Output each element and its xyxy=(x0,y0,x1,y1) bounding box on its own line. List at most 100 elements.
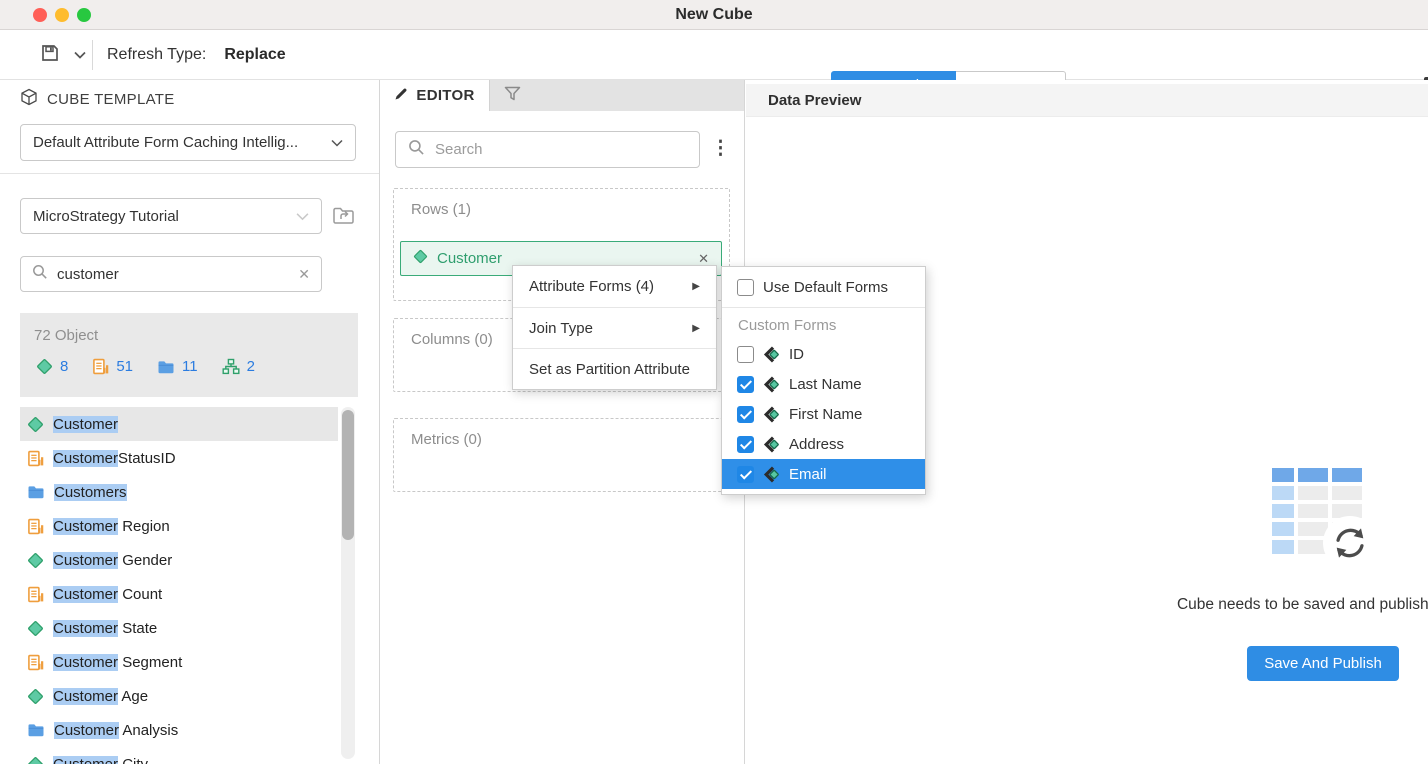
folder-up-button[interactable] xyxy=(328,201,360,231)
submenu-arrow-icon: ▶ xyxy=(692,308,700,349)
cube-template-dropdown[interactable]: Default Attribute Form Caching Intellig.… xyxy=(20,124,356,161)
object-label: Customer Analysis xyxy=(54,722,178,739)
save-icon[interactable] xyxy=(40,43,60,68)
folder-icon xyxy=(27,722,45,738)
form-item-email[interactable]: Email xyxy=(722,459,925,489)
data-preview-header: Data Preview xyxy=(746,84,1428,117)
attribute-context-menu: Attribute Forms (4) ▶Join Type▶Set as Par… xyxy=(512,265,717,390)
window-titlebar: New Cube xyxy=(0,0,1428,30)
save-and-publish-button[interactable]: Save And Publish xyxy=(1247,646,1399,681)
custom-forms-section-label: Custom Forms xyxy=(722,313,925,339)
editor-panel: EDITOR ⋮ Rows (1) Customer ✕ Columns (0)… xyxy=(380,80,745,764)
metric-icon xyxy=(92,358,109,375)
toolbar-divider xyxy=(92,40,93,70)
form-item-label: ID xyxy=(789,346,804,363)
chevron-down-icon xyxy=(296,208,309,225)
list-item-customer-analysis[interactable]: Customer Analysis xyxy=(20,713,338,747)
form-item-first-name[interactable]: First Name xyxy=(722,399,925,429)
count-attribute[interactable]: 8 xyxy=(36,358,68,375)
refresh-type-value[interactable]: Replace xyxy=(224,46,285,64)
editor-search-input[interactable] xyxy=(435,141,687,158)
list-item-customers[interactable]: Customers xyxy=(20,475,338,509)
menu-item-label: Attribute Forms (4) xyxy=(529,266,654,307)
checkbox[interactable] xyxy=(737,466,754,483)
list-item-customer-city[interactable]: Customer City xyxy=(20,747,338,764)
metric-icon xyxy=(27,450,44,467)
list-item-customer[interactable]: Customer xyxy=(20,407,338,441)
filter-funnel-icon xyxy=(504,86,521,106)
object-label: Customer Count xyxy=(53,586,162,603)
cube-template-header: CUBE TEMPLATE xyxy=(47,91,175,108)
tab-filter[interactable] xyxy=(490,80,534,111)
attribute-forms-submenu: Use Default Forms Custom Forms ID Last Na… xyxy=(721,266,926,495)
more-options-icon[interactable]: ⋮ xyxy=(711,135,729,163)
object-label: Customer Region xyxy=(53,518,170,535)
editor-tabbar: EDITOR xyxy=(380,80,744,111)
form-item-label: Address xyxy=(789,436,844,453)
object-label: Customer City xyxy=(53,756,148,764)
cube-template-dropdown-value: Default Attribute Form Caching Intellig.… xyxy=(33,134,298,151)
count-metric[interactable]: 51 xyxy=(92,358,133,375)
count-value: 2 xyxy=(247,358,255,375)
list-item-customer-age[interactable]: Customer Age xyxy=(20,679,338,713)
clear-search-icon[interactable]: ✕ xyxy=(298,266,310,283)
cube-template-section: CUBE TEMPLATE Default Attribute Form Cac… xyxy=(0,80,379,174)
count-value: 8 xyxy=(60,358,68,375)
object-label: Customers xyxy=(54,484,127,501)
object-label: CustomerStatusID xyxy=(53,450,176,467)
tab-editor-label: EDITOR xyxy=(416,87,474,104)
menu-item-join-type[interactable]: Join Type▶ xyxy=(513,307,716,348)
project-dropdown[interactable]: MicroStrategy Tutorial xyxy=(20,198,322,234)
metrics-drop-zone[interactable]: Metrics (0) xyxy=(393,418,730,492)
refresh-type-label: Refresh Type: xyxy=(107,46,206,64)
checkbox[interactable] xyxy=(737,346,754,363)
menu-separator xyxy=(722,307,925,308)
attribute-icon xyxy=(413,249,428,269)
metrics-zone-label: Metrics (0) xyxy=(411,431,482,448)
object-label: Customer Age xyxy=(53,688,148,705)
sidebar-search-input[interactable] xyxy=(57,266,289,283)
checkbox[interactable] xyxy=(737,436,754,453)
use-default-forms-label: Use Default Forms xyxy=(763,279,888,296)
attribute-form-icon xyxy=(763,406,780,423)
object-label: Customer State xyxy=(53,620,157,637)
attribute-icon xyxy=(27,620,44,637)
submenu-arrow-icon: ▶ xyxy=(692,266,700,307)
list-item-customer-gender[interactable]: Customer Gender xyxy=(20,543,338,577)
search-icon xyxy=(408,139,425,161)
list-item-customer-count[interactable]: Customer Count xyxy=(20,577,338,611)
checkbox[interactable] xyxy=(737,406,754,423)
tab-editor[interactable]: EDITOR xyxy=(380,80,490,111)
attribute-form-icon xyxy=(763,346,780,363)
sidebar-search-box: ✕ xyxy=(20,256,322,292)
count-value: 11 xyxy=(182,358,198,375)
use-default-forms-item[interactable]: Use Default Forms xyxy=(722,272,925,302)
sidebar: CUBE TEMPLATE Default Attribute Form Cac… xyxy=(0,80,380,764)
menu-item-attribute-forms-4[interactable]: Attribute Forms (4) ▶ xyxy=(513,266,716,307)
folder-icon xyxy=(157,359,175,375)
attribute-icon xyxy=(27,688,44,705)
save-options-chevron-icon[interactable] xyxy=(74,46,86,64)
folder-icon xyxy=(27,484,45,500)
list-item-customer-region[interactable]: Customer Region xyxy=(20,509,338,543)
publish-message: Cube needs to be saved and published to xyxy=(1104,596,1428,614)
custom-forms-list: ID Last NameFirst Name Address Email xyxy=(722,339,925,489)
search-icon xyxy=(32,264,48,285)
checkbox[interactable] xyxy=(737,376,754,393)
attribute-icon xyxy=(27,552,44,569)
count-folder[interactable]: 11 xyxy=(157,358,198,375)
list-item-customer-state[interactable]: Customer State xyxy=(20,611,338,645)
form-item-id[interactable]: ID xyxy=(722,339,925,369)
list-item-customer-segment[interactable]: Customer Segment xyxy=(20,645,338,679)
count-hierarchy[interactable]: 2 xyxy=(222,358,255,375)
form-item-address[interactable]: Address xyxy=(722,429,925,459)
toolbar: Refresh Type: Replace Data PreviewSQL Qu… xyxy=(0,30,1428,80)
use-default-forms-checkbox[interactable] xyxy=(737,279,754,296)
sidebar-scrollbar-thumb[interactable] xyxy=(342,410,354,540)
attribute-icon xyxy=(27,756,44,764)
attribute-form-icon xyxy=(763,466,780,483)
hierarchy-icon xyxy=(222,358,240,375)
list-item-customerstatusid[interactable]: CustomerStatusID xyxy=(20,441,338,475)
menu-item-set-as-partition-attribute[interactable]: Set as Partition Attribute xyxy=(513,348,716,389)
form-item-last-name[interactable]: Last Name xyxy=(722,369,925,399)
